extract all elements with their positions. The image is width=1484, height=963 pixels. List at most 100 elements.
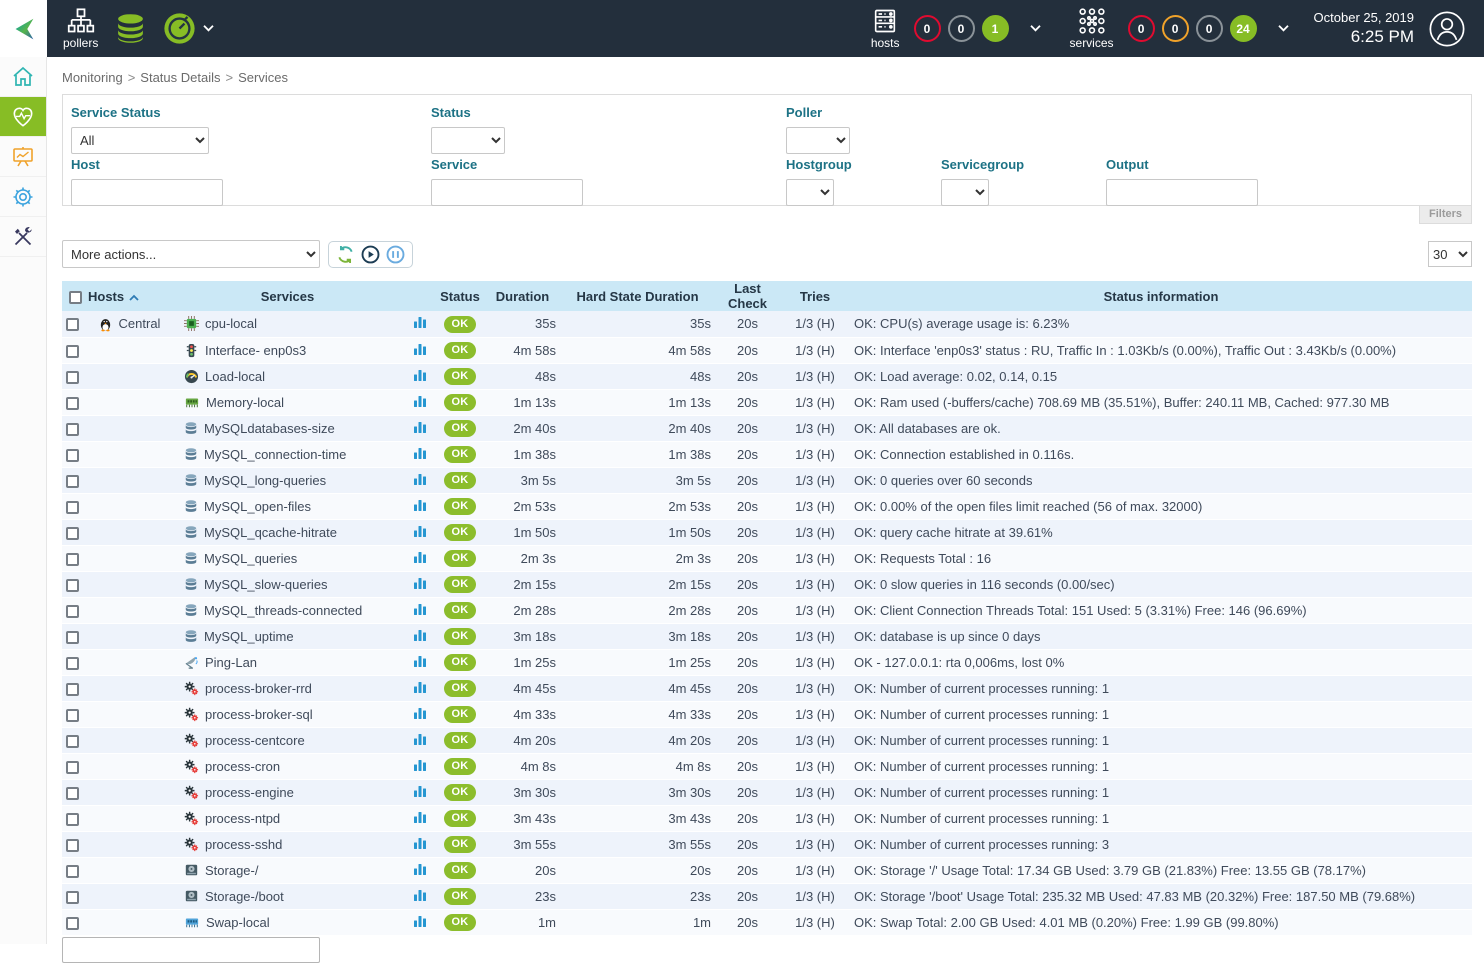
chevron-down-icon[interactable] [1029, 24, 1042, 33]
row-checkbox[interactable] [66, 683, 79, 696]
row-checkbox[interactable] [66, 761, 79, 774]
sidebar-item-configuration[interactable] [0, 177, 46, 217]
graph-icon[interactable] [413, 576, 427, 590]
chevron-down-icon[interactable] [202, 24, 215, 33]
service-name[interactable]: cpu-local [205, 316, 257, 331]
hostgroup-select[interactable] [786, 179, 834, 206]
row-checkbox[interactable] [66, 657, 79, 670]
column-tries[interactable]: Tries [780, 281, 850, 311]
row-checkbox[interactable] [66, 371, 79, 384]
column-hosts[interactable]: Hosts [88, 281, 170, 311]
service-name[interactable]: process-centcore [205, 733, 305, 748]
service-name[interactable]: MySQL_queries [204, 551, 297, 566]
row-checkbox[interactable] [66, 917, 79, 930]
service-name[interactable]: Storage-/boot [205, 889, 284, 904]
row-checkbox[interactable] [66, 397, 79, 410]
poller-latency-status[interactable] [163, 12, 215, 45]
graph-icon[interactable] [413, 836, 427, 850]
user-avatar[interactable] [1428, 10, 1466, 48]
service-name[interactable]: MySQL_threads-connected [204, 603, 362, 618]
services-menu[interactable]: services [1070, 7, 1114, 50]
service-name[interactable]: Memory-local [206, 395, 284, 410]
breadcrumb-item[interactable]: Services [238, 70, 288, 85]
row-checkbox[interactable] [66, 813, 79, 826]
pollers-menu[interactable]: pollers [63, 7, 98, 50]
service-name[interactable]: MySQL_long-queries [204, 473, 326, 488]
row-checkbox[interactable] [66, 449, 79, 462]
service-input[interactable] [431, 179, 583, 206]
service-status-badge[interactable]: 0 [1196, 15, 1223, 42]
graph-icon[interactable] [413, 888, 427, 902]
refresh-button[interactable] [336, 245, 355, 264]
service-name[interactable]: Ping-Lan [205, 655, 257, 670]
service-name[interactable]: process-ntpd [205, 811, 280, 826]
row-checkbox[interactable] [66, 501, 79, 514]
breadcrumb-item[interactable]: Monitoring [62, 70, 123, 85]
column-duration[interactable]: Duration [485, 281, 560, 311]
play-button[interactable] [361, 245, 380, 264]
service-status-badge[interactable]: 24 [1230, 15, 1257, 42]
bottom-more-actions-select-partial[interactable] [62, 937, 320, 963]
graph-icon[interactable] [413, 706, 427, 720]
row-checkbox[interactable] [66, 475, 79, 488]
graph-icon[interactable] [413, 602, 427, 616]
sidebar-item-monitoring[interactable] [0, 97, 46, 137]
row-checkbox[interactable] [66, 318, 79, 331]
chevron-down-icon[interactable] [1277, 24, 1290, 33]
sidebar-item-administration[interactable] [0, 217, 46, 257]
host-input[interactable] [71, 179, 223, 206]
row-checkbox[interactable] [66, 735, 79, 748]
graph-icon[interactable] [413, 654, 427, 668]
graph-icon[interactable] [413, 680, 427, 694]
graph-icon[interactable] [413, 914, 427, 928]
column-status-information[interactable]: Status information [850, 281, 1472, 311]
graph-icon[interactable] [413, 524, 427, 538]
select-all-checkbox[interactable] [69, 291, 82, 304]
graph-icon[interactable] [413, 446, 427, 460]
graph-icon[interactable] [413, 784, 427, 798]
more-actions-select[interactable]: More actions... [62, 240, 320, 268]
graph-icon[interactable] [413, 472, 427, 486]
service-name[interactable]: Load-local [205, 369, 265, 384]
poller-select[interactable] [786, 127, 850, 154]
service-status-badge[interactable]: 0 [1162, 15, 1189, 42]
column-services[interactable]: Services [170, 281, 405, 311]
service-name[interactable]: process-broker-rrd [205, 681, 312, 696]
row-checkbox[interactable] [66, 839, 79, 852]
poller-database-status[interactable] [114, 12, 147, 45]
graph-icon[interactable] [413, 368, 427, 382]
pause-button[interactable] [386, 245, 405, 264]
host-status-badge[interactable]: 0 [948, 15, 975, 42]
column-hard-state-duration[interactable]: Hard State Duration [560, 281, 715, 311]
service-name[interactable]: MySQL_qcache-hitrate [204, 525, 337, 540]
row-checkbox[interactable] [66, 865, 79, 878]
row-checkbox[interactable] [66, 787, 79, 800]
graph-icon[interactable] [413, 628, 427, 642]
graph-icon[interactable] [413, 315, 427, 329]
service-name[interactable]: MySQL_open-files [204, 499, 311, 514]
row-checkbox[interactable] [66, 631, 79, 644]
host-status-badge[interactable]: 0 [914, 15, 941, 42]
centreon-logo[interactable] [0, 0, 47, 57]
host-name[interactable]: Central [119, 316, 161, 331]
service-name[interactable]: process-broker-sql [205, 707, 313, 722]
row-checkbox[interactable] [66, 423, 79, 436]
column-status[interactable]: Status [435, 281, 485, 311]
sidebar-item-reporting[interactable] [0, 137, 46, 177]
row-checkbox[interactable] [66, 891, 79, 904]
graph-icon[interactable] [413, 342, 427, 356]
output-input[interactable] [1106, 179, 1258, 206]
service-name[interactable]: process-cron [205, 759, 280, 774]
graph-icon[interactable] [413, 862, 427, 876]
page-size-select[interactable]: 30 [1428, 241, 1472, 267]
row-checkbox[interactable] [66, 345, 79, 358]
graph-icon[interactable] [413, 498, 427, 512]
row-checkbox[interactable] [66, 579, 79, 592]
graph-icon[interactable] [413, 420, 427, 434]
service-name[interactable]: MySQL_slow-queries [204, 577, 328, 592]
graph-icon[interactable] [413, 810, 427, 824]
breadcrumb-item[interactable]: Status Details [140, 70, 220, 85]
service-name[interactable]: process-engine [205, 785, 294, 800]
row-checkbox[interactable] [66, 527, 79, 540]
column-last-check[interactable]: Last Check [715, 281, 780, 311]
